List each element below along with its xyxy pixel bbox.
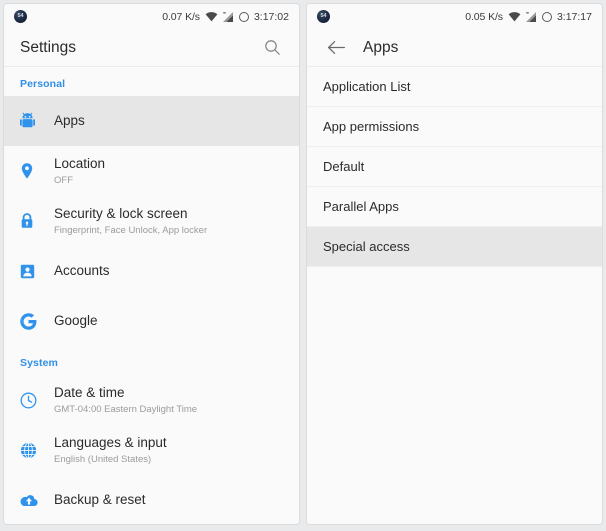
list-item-label: Application List: [323, 79, 411, 94]
sidebar-item-label: Location: [54, 155, 106, 171]
lock-icon: [20, 212, 54, 230]
sidebar-item-languages-text: Languages & input English (United States…: [54, 435, 167, 465]
sidebar-item-subtitle: GMT-04:00 Eastern Daylight Time: [54, 403, 198, 415]
sidebar-item-apps[interactable]: Apps: [4, 96, 299, 146]
circle-ring-icon: [541, 11, 552, 22]
sidebar-item-subtitle: Fingerprint, Face Unlock, App locker: [54, 224, 208, 236]
back-arrow-icon[interactable]: [323, 35, 349, 61]
sidebar-item-languages-input[interactable]: Languages & input English (United States…: [4, 425, 299, 475]
list-item-default[interactable]: Default: [307, 147, 602, 187]
cellular-signal-icon: [222, 11, 233, 22]
apps-list: Application List App permissions Default…: [307, 67, 602, 524]
wifi-icon: [205, 11, 218, 21]
list-item-label: Default: [323, 159, 365, 174]
list-item-app-permissions[interactable]: App permissions: [307, 107, 602, 147]
location-pin-icon: [20, 162, 54, 180]
list-item-special-access[interactable]: Special access: [307, 227, 602, 267]
section-header-system: System: [20, 357, 58, 369]
sidebar-item-label: Google: [54, 312, 98, 328]
list-item-label: Parallel Apps: [323, 199, 399, 214]
right-status-left: 54: [317, 10, 330, 23]
account-person-icon: [20, 264, 54, 279]
settings-list: Personal Apps Location OFF Security & lo…: [4, 67, 299, 524]
clock-icon: [20, 392, 54, 409]
list-item-label: Special access: [323, 239, 410, 254]
app-badge-icon: 54: [14, 10, 27, 23]
settings-app-bar: Settings: [4, 29, 299, 67]
status-clock: 3:17:02: [253, 10, 289, 23]
sidebar-item-subtitle: English (United States): [54, 453, 152, 465]
apps-app-bar: Apps: [307, 29, 602, 67]
apps-screen: 54 0.05 K/s 3:17:17 Apps Application Lis…: [307, 4, 602, 524]
sidebar-item-date-time-text: Date & time GMT-04:00 Eastern Daylight T…: [54, 385, 197, 415]
left-status-left: 54: [14, 10, 27, 23]
search-icon[interactable]: [261, 37, 283, 59]
list-item-parallel-apps[interactable]: Parallel Apps: [307, 187, 602, 227]
network-speed-label: 0.05 K/s: [465, 10, 503, 23]
sidebar-item-label: Backup & reset: [54, 491, 146, 507]
cellular-signal-icon: [525, 11, 536, 22]
app-badge-count: 54: [320, 12, 327, 19]
sidebar-item-date-time[interactable]: Date & time GMT-04:00 Eastern Daylight T…: [4, 375, 299, 425]
sidebar-item-accounts[interactable]: Accounts: [4, 246, 299, 296]
sidebar-item-apps-text: Apps: [54, 113, 85, 130]
left-status-right: 0.07 K/s 3:17:02: [162, 11, 289, 23]
android-robot-icon: [20, 112, 54, 130]
sidebar-item-label: Accounts: [54, 262, 110, 278]
globe-icon: [20, 441, 54, 459]
status-clock: 3:17:17: [556, 10, 592, 23]
sidebar-item-label: Security & lock screen: [54, 205, 188, 221]
page-title: Apps: [363, 38, 399, 56]
sidebar-item-subtitle: OFF: [54, 174, 73, 186]
settings-screen: 54 0.07 K/s 3:17:02 Settings Personal Ap…: [4, 4, 299, 524]
sidebar-item-label: Date & time: [54, 384, 125, 400]
app-badge-icon: 54: [317, 10, 330, 23]
google-g-icon: [20, 312, 54, 330]
sidebar-item-accounts-text: Accounts: [54, 263, 110, 280]
list-item-label: App permissions: [323, 119, 420, 134]
sidebar-item-label: Apps: [54, 112, 85, 128]
right-status-right: 0.05 K/s 3:17:17: [465, 11, 592, 23]
wifi-icon: [508, 11, 521, 21]
sidebar-item-security-text: Security & lock screen Fingerprint, Face…: [54, 206, 207, 236]
section-header-personal: Personal: [20, 78, 66, 90]
right-status-bar: 54 0.05 K/s 3:17:17: [307, 4, 602, 29]
dual-screenshot-container: 54 0.07 K/s 3:17:02 Settings Personal Ap…: [0, 0, 606, 531]
cloud-upload-icon: [20, 493, 54, 507]
sidebar-item-google[interactable]: Google: [4, 296, 299, 346]
sidebar-item-location-text: Location OFF: [54, 156, 105, 186]
sidebar-item-security-lock-screen[interactable]: Security & lock screen Fingerprint, Face…: [4, 196, 299, 246]
sidebar-item-backup-text: Backup & reset: [54, 492, 146, 509]
sidebar-item-label: Languages & input: [54, 434, 167, 450]
sidebar-item-google-text: Google: [54, 313, 98, 330]
circle-ring-icon: [238, 11, 249, 22]
left-status-bar: 54 0.07 K/s 3:17:02: [4, 4, 299, 29]
page-title: Settings: [20, 38, 77, 56]
list-item-application-list[interactable]: Application List: [307, 67, 602, 107]
sidebar-item-location[interactable]: Location OFF: [4, 146, 299, 196]
app-badge-count: 54: [17, 12, 24, 19]
sidebar-item-backup-reset[interactable]: Backup & reset: [4, 475, 299, 524]
network-speed-label: 0.07 K/s: [162, 10, 200, 23]
